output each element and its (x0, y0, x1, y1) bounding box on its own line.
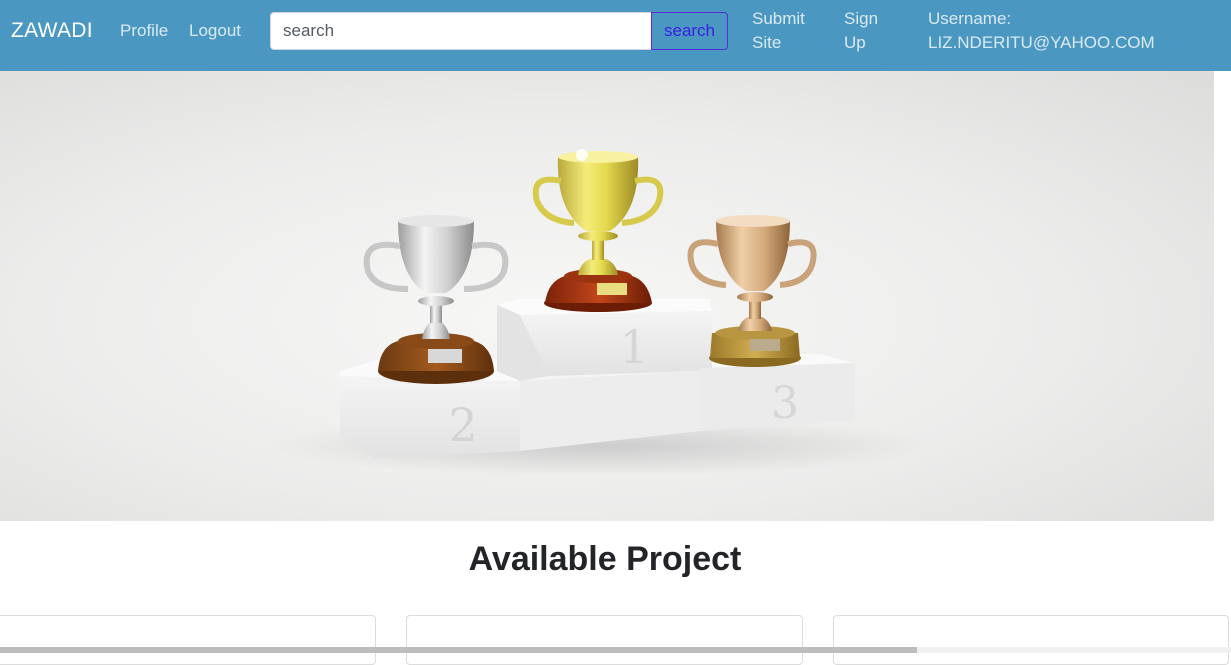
page-gutter (1214, 71, 1231, 521)
nav-profile-link[interactable]: Profile (120, 19, 168, 43)
nav-submit-line1: Submit (752, 9, 805, 28)
brand-logo[interactable]: ZAWADI (11, 19, 93, 43)
podium-label-3: 3 (771, 378, 799, 429)
nav-signup-line2: Up (844, 33, 866, 52)
username-value: LIZ.NDERITU@YAHOO.COM (928, 33, 1155, 52)
scrollbar-thumb[interactable] (0, 647, 917, 653)
nav-submit-line2: Site (752, 33, 782, 52)
trophy-podium-illustration: 1 2 3 (270, 149, 930, 476)
nav-submit-site-link[interactable]: Submit Site (752, 7, 805, 55)
project-card[interactable] (406, 615, 803, 665)
hero-trophy-image: 1 2 3 (0, 71, 1214, 521)
nav-signup-link[interactable]: Sign Up (844, 7, 878, 55)
nav-username: Username: LIZ.NDERITU@YAHOO.COM (928, 7, 1155, 55)
podium-label-2: 2 (448, 398, 477, 452)
project-card[interactable] (0, 615, 376, 665)
podium-label-1: 1 (619, 320, 648, 374)
project-card[interactable] (833, 615, 1229, 665)
available-project-heading: Available Project (468, 540, 742, 578)
search-button[interactable]: search (651, 12, 728, 50)
horizontal-scrollbar[interactable] (0, 647, 1231, 653)
nav-signup-line1: Sign (844, 9, 879, 28)
search-input[interactable] (270, 12, 652, 50)
gold-trophy-icon (532, 149, 664, 312)
top-navbar: ZAWADI Profile Logout search Submit Site… (0, 0, 1231, 71)
silver-trophy-icon (363, 215, 509, 384)
nav-logout-link[interactable]: Logout (189, 19, 241, 43)
username-label: Username: (928, 9, 1012, 28)
